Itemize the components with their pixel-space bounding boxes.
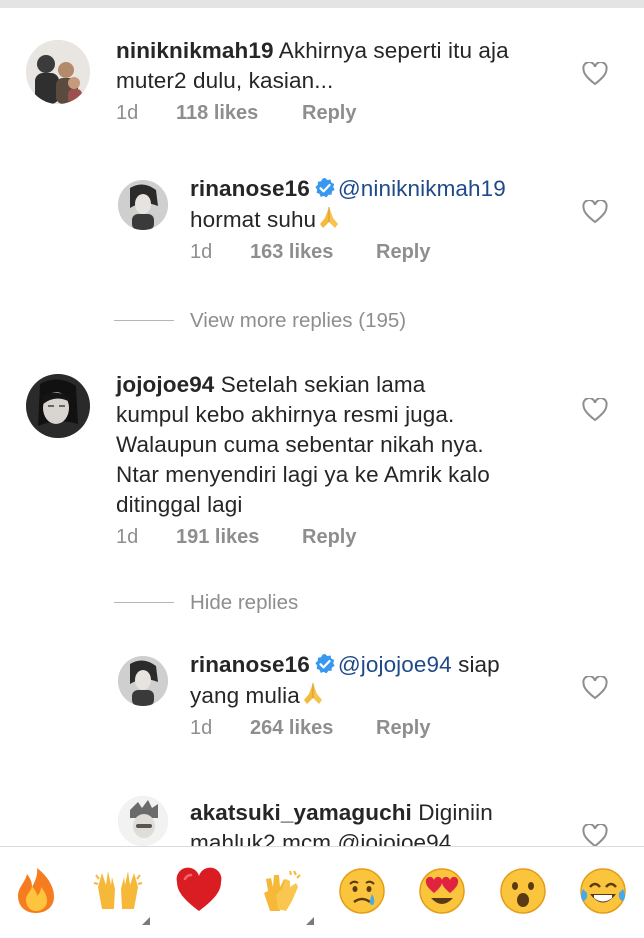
comment-text-line: Walaupun cuma sebentar nikah nya.	[116, 432, 484, 457]
comment-text-line: kumpul kebo akhirnya resmi juga.	[116, 402, 455, 427]
comment-text-line: ditinggal lagi	[116, 492, 243, 517]
divider-line	[114, 320, 174, 321]
reply-button[interactable]: Reply	[302, 102, 356, 125]
heart-icon[interactable]	[582, 398, 608, 422]
likes-count[interactable]: 163 likes	[250, 241, 376, 264]
reply-button[interactable]: Reply	[302, 526, 356, 549]
comment-text-line: Ntar menyendiri lagi ya ke Amrik kalo	[116, 462, 490, 487]
top-divider	[0, 0, 644, 8]
timestamp: 1d	[190, 241, 213, 263]
reply-button[interactable]: Reply	[376, 241, 430, 264]
comment-text: rinanose16 @niniknikmah19 hormat suhu	[190, 174, 506, 235]
fire-emoji-icon[interactable]	[10, 865, 62, 917]
red-heart-emoji-icon[interactable]	[173, 865, 225, 917]
comment-body: jojojoe94 Setelah sekian lama kumpul keb…	[116, 370, 490, 549]
comment-text-line: mahluk2 mcm @jojojoe94	[190, 830, 452, 846]
more-variants-indicator	[306, 917, 314, 925]
mention-link[interactable]: @niniknikmah19	[338, 176, 506, 201]
comment-text: niniknikmah19 Akhirnya seperti itu aja m…	[116, 36, 509, 96]
heart-icon[interactable]	[582, 824, 608, 846]
heart-eyes-emoji-icon[interactable]	[416, 865, 468, 917]
comment-meta: 1d 118 likes Reply	[116, 102, 509, 125]
username[interactable]: rinanose16	[190, 652, 310, 677]
heart-icon[interactable]	[582, 62, 608, 86]
avatar[interactable]	[118, 656, 168, 706]
timestamp: 1d	[190, 717, 213, 739]
username[interactable]: niniknikmah19	[116, 38, 274, 63]
heart-icon[interactable]	[582, 676, 608, 700]
heart-icon[interactable]	[582, 200, 608, 224]
avatar[interactable]	[118, 180, 168, 230]
raising-hands-emoji-icon[interactable]	[92, 865, 150, 925]
crying-face-emoji-icon[interactable]	[336, 865, 388, 917]
comment-text-line: muter2 dulu, kasian...	[116, 68, 334, 93]
comment-body: niniknikmah19 Akhirnya seperti itu aja m…	[116, 36, 509, 125]
timestamp: 1d	[116, 526, 139, 548]
timestamp: 1d	[116, 102, 139, 124]
comment-text: jojojoe94 Setelah sekian lama kumpul keb…	[116, 370, 490, 520]
username[interactable]: akatsuki_yamaguchi	[190, 800, 412, 825]
username[interactable]: rinanose16	[190, 176, 310, 201]
hide-replies-label: Hide replies	[190, 591, 299, 614]
avatar[interactable]	[118, 796, 168, 846]
comment-text-line: Diginiin	[418, 800, 493, 825]
avatar[interactable]	[26, 40, 90, 104]
comment-list[interactable]: niniknikmah19 Akhirnya seperti itu aja m…	[0, 8, 644, 846]
more-variants-indicator	[142, 917, 150, 925]
comment-meta: 1d 264 likes Reply	[190, 717, 500, 740]
comment-text: akatsuki_yamaguchi Diginiin mahluk2 mcm …	[190, 798, 493, 846]
verified-badge-icon	[314, 177, 336, 199]
comment-text-line: Setelah sekian lama	[220, 372, 426, 397]
surprised-face-emoji-icon[interactable]	[497, 865, 549, 917]
folded-hands-icon	[316, 204, 342, 230]
reply-button[interactable]: Reply	[376, 717, 430, 740]
view-more-replies-button[interactable]: View more replies (195)	[114, 306, 514, 336]
comment-text-line: siap	[458, 652, 500, 677]
username[interactable]: jojojoe94	[116, 372, 214, 397]
tears-of-joy-emoji-icon[interactable]	[577, 865, 629, 917]
likes-count[interactable]: 118 likes	[176, 102, 302, 125]
folded-hands-icon	[300, 680, 326, 706]
likes-count[interactable]: 264 likes	[250, 717, 376, 740]
verified-badge-icon	[314, 653, 336, 675]
mention-link[interactable]: @jojojoe94	[338, 652, 452, 677]
divider-line	[114, 602, 174, 603]
comments-screen: niniknikmah19 Akhirnya seperti itu aja m…	[0, 0, 644, 938]
emoji-reaction-bar	[0, 846, 644, 938]
view-more-replies-label: View more replies (195)	[190, 309, 407, 332]
comment-body: akatsuki_yamaguchi Diginiin mahluk2 mcm …	[190, 798, 493, 846]
comment-body: rinanose16 @jojojoe94 siap yang mulia 1d 2…	[190, 650, 500, 740]
clapping-hands-emoji-icon[interactable]	[256, 865, 314, 925]
comment-text-line: yang mulia	[190, 683, 300, 708]
avatar[interactable]	[26, 374, 90, 438]
comment-text-line: hormat suhu	[190, 207, 317, 232]
comment-body: rinanose16 @niniknikmah19 hormat suhu 1d 1…	[190, 174, 506, 264]
hide-replies-button[interactable]: Hide replies	[114, 588, 514, 618]
comment-text: rinanose16 @jojojoe94 siap yang mulia	[190, 650, 500, 711]
likes-count[interactable]: 191 likes	[176, 526, 302, 549]
comment-meta: 1d 191 likes Reply	[116, 526, 490, 549]
comment-meta: 1d 163 likes Reply	[190, 241, 506, 264]
comment-text-line: Akhirnya seperti itu aja	[278, 38, 509, 63]
